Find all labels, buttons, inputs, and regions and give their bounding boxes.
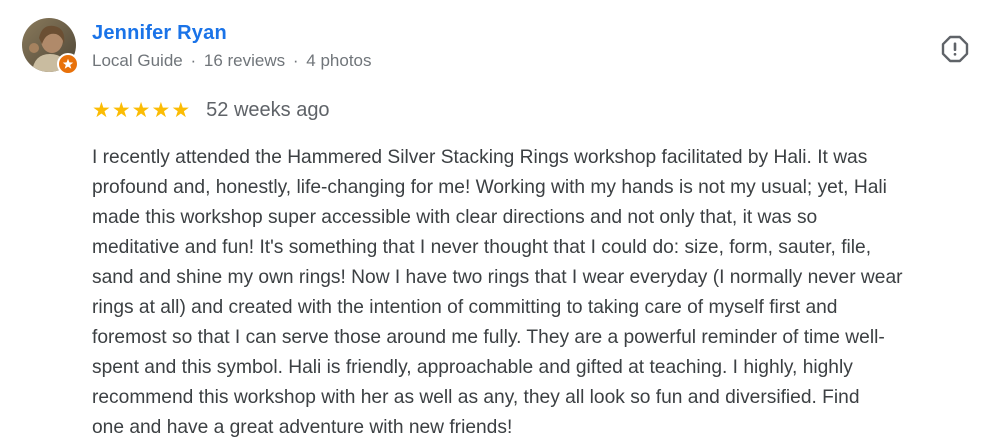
review-text-line: rings at all) and created with the inten… (92, 297, 838, 318)
star-icon: ★ (131, 98, 151, 122)
star-icon: ★ (171, 98, 191, 122)
review-text-line: foremost so that I can serve those aroun… (92, 327, 885, 348)
local-guide-badge-icon (57, 53, 79, 75)
reviews-count: 16 reviews (203, 51, 286, 70)
photos-count: 4 photos (306, 51, 372, 70)
review-text-line: one and have a great adventure with new … (92, 417, 513, 438)
rating-row: ★ ★ ★ ★ ★ 52 weeks ago (92, 98, 330, 122)
report-flag-icon (941, 35, 969, 63)
reviewer-name-link[interactable]: Jennifer Ryan (92, 22, 227, 45)
report-review-button[interactable] (940, 34, 970, 64)
reviewer-avatar-container[interactable] (22, 18, 79, 75)
review-text-line: sand and shine my own rings! Now I have … (92, 267, 903, 288)
review-text-line: made this workshop super accessible with… (92, 207, 818, 228)
review-text-line: meditative and fun! It's something that … (92, 237, 872, 258)
review-body: I recently attended the Hammered Silver … (92, 143, 992, 443)
local-guide-label: Local Guide (92, 51, 183, 70)
review-text-line: profound and, honestly, life-changing fo… (92, 177, 887, 198)
star-rating: ★ ★ ★ ★ ★ (92, 98, 190, 122)
star-icon: ★ (92, 98, 111, 122)
star-icon: ★ (111, 98, 131, 122)
reviewer-meta: Local Guide · 16 reviews · 4 photos (92, 51, 372, 71)
review-text-line: spent and this symbol. Hali is friendly,… (92, 357, 853, 378)
review-text-line: recommend this workshop with her as well… (92, 387, 860, 408)
review-date: 52 weeks ago (206, 98, 330, 121)
review-text-line: I recently attended the Hammered Silver … (92, 147, 868, 168)
star-icon: ★ (151, 98, 171, 122)
meta-separator: · (292, 51, 299, 70)
meta-separator: · (190, 51, 197, 70)
